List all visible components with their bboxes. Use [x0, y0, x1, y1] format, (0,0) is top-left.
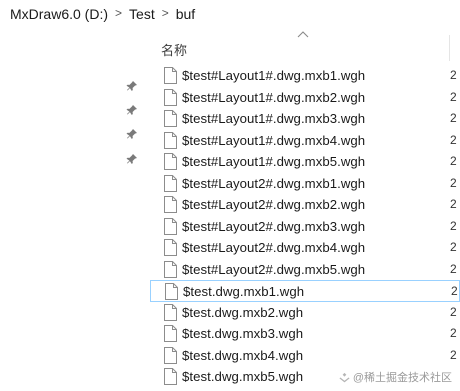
file-row[interactable]: $test#Layout1#.dwg.mxb5.wgh 2: [150, 151, 460, 173]
file-row[interactable]: $test#Layout2#.dwg.mxb1.wgh 2: [150, 173, 460, 195]
file-name: $test.dwg.mxb1.wgh: [183, 284, 305, 299]
sort-ascending-icon[interactable]: [297, 30, 309, 38]
chevron-right-icon[interactable]: >: [112, 6, 125, 20]
pin-icon[interactable]: [125, 152, 139, 166]
column-divider[interactable]: [449, 35, 450, 61]
watermark: @稀土掘金技术社区: [339, 369, 452, 385]
file-row[interactable]: $test.dwg.mxb3.wgh 2: [150, 323, 460, 345]
file-name: $test.dwg.mxb4.wgh: [182, 347, 304, 363]
file-row[interactable]: $test#Layout1#.dwg.mxb3.wgh 2: [150, 108, 460, 130]
file-icon: [165, 283, 178, 300]
file-icon: [164, 174, 177, 192]
breadcrumb: MxDraw6.0 (D:) > Test > buf: [6, 4, 199, 24]
breadcrumb-item-drive[interactable]: MxDraw6.0 (D:): [6, 6, 112, 22]
file-icon: [164, 217, 177, 235]
pin-icon[interactable]: [125, 127, 139, 141]
file-date-truncated: 2: [451, 284, 458, 298]
file-icon: [164, 368, 177, 385]
file-name: $test#Layout1#.dwg.mxb3.wgh: [182, 111, 366, 126]
navigation-pane: [0, 27, 150, 391]
file-name: $test#Layout1#.dwg.mxb1.wgh: [182, 68, 366, 83]
file-date-truncated: 2: [450, 132, 457, 147]
file-icon: [164, 196, 177, 213]
juejin-logo-icon: [339, 372, 350, 382]
file-icon: [164, 260, 177, 278]
file-icon: [164, 346, 177, 364]
file-row[interactable]: $test.dwg.mxb4.wgh 2: [150, 345, 460, 367]
file-row[interactable]: $test#Layout1#.dwg.mxb1.wgh 2: [150, 65, 460, 87]
watermark-text: @稀土掘金技术社区: [352, 372, 452, 384]
file-name: $test#Layout2#.dwg.mxb1.wgh: [182, 175, 366, 191]
file-name: $test.dwg.mxb5.wgh: [182, 369, 304, 384]
pin-icon[interactable]: [125, 79, 139, 93]
file-name: $test#Layout2#.dwg.mxb4.wgh: [182, 240, 366, 255]
file-name: $test.dwg.mxb3.wgh: [182, 326, 304, 341]
file-date-truncated: 2: [450, 68, 457, 82]
file-row[interactable]: $test#Layout2#.dwg.mxb5.wgh 2: [150, 259, 460, 281]
file-name: $test.dwg.mxb2.wgh: [182, 304, 304, 320]
file-date-truncated: 2: [450, 326, 457, 340]
file-icon: [164, 67, 177, 84]
file-icon: [164, 88, 177, 106]
file-date-truncated: 2: [450, 197, 457, 211]
file-name: $test#Layout2#.dwg.mxb3.wgh: [182, 218, 366, 234]
file-name: $test#Layout1#.dwg.mxb4.wgh: [182, 132, 366, 148]
file-row[interactable]: $test.dwg.mxb2.wgh 2: [150, 302, 460, 324]
file-row[interactable]: $test#Layout1#.dwg.mxb2.wgh 2: [150, 87, 460, 109]
column-header-row: 名称: [150, 27, 460, 65]
file-icon: [164, 131, 177, 149]
file-name: $test#Layout1#.dwg.mxb2.wgh: [182, 89, 366, 105]
address-bar[interactable]: MxDraw6.0 (D:) > Test > buf: [0, 0, 460, 27]
file-row[interactable]: $test.dwg.mxb1.wgh 2: [150, 280, 460, 302]
file-date-truncated: 2: [450, 175, 457, 190]
breadcrumb-item-buf[interactable]: buf: [172, 6, 199, 22]
file-date-truncated: 2: [450, 347, 457, 362]
file-date-truncated: 2: [450, 240, 457, 254]
file-date-truncated: 2: [450, 154, 457, 168]
file-name: $test#Layout1#.dwg.mxb5.wgh: [182, 154, 366, 169]
file-date-truncated: 2: [450, 89, 457, 104]
column-header-name[interactable]: 名称: [161, 40, 187, 59]
file-icon: [164, 153, 177, 170]
file-row[interactable]: $test#Layout1#.dwg.mxb4.wgh 2: [150, 130, 460, 152]
file-date-truncated: 2: [450, 111, 457, 125]
file-row[interactable]: $test#Layout2#.dwg.mxb4.wgh 2: [150, 237, 460, 259]
file-date-truncated: 2: [450, 304, 457, 319]
file-row[interactable]: $test#Layout2#.dwg.mxb3.wgh 2: [150, 216, 460, 238]
file-icon: [164, 239, 177, 256]
file-list-pane: 名称 $test#Layout1#.dwg.mxb1.wgh 2 $test#Lay…: [150, 27, 460, 391]
breadcrumb-item-test[interactable]: Test: [125, 6, 159, 22]
file-date-truncated: 2: [450, 261, 457, 276]
file-icon: [164, 303, 177, 321]
file-row[interactable]: $test#Layout2#.dwg.mxb2.wgh 2: [150, 194, 460, 216]
file-name: $test#Layout2#.dwg.mxb5.wgh: [182, 261, 366, 277]
pin-icon[interactable]: [125, 103, 139, 117]
file-date-truncated: 2: [450, 218, 457, 233]
chevron-right-icon[interactable]: >: [159, 6, 172, 20]
file-icon: [164, 110, 177, 127]
file-name: $test#Layout2#.dwg.mxb2.wgh: [182, 197, 366, 212]
file-icon: [164, 325, 177, 342]
